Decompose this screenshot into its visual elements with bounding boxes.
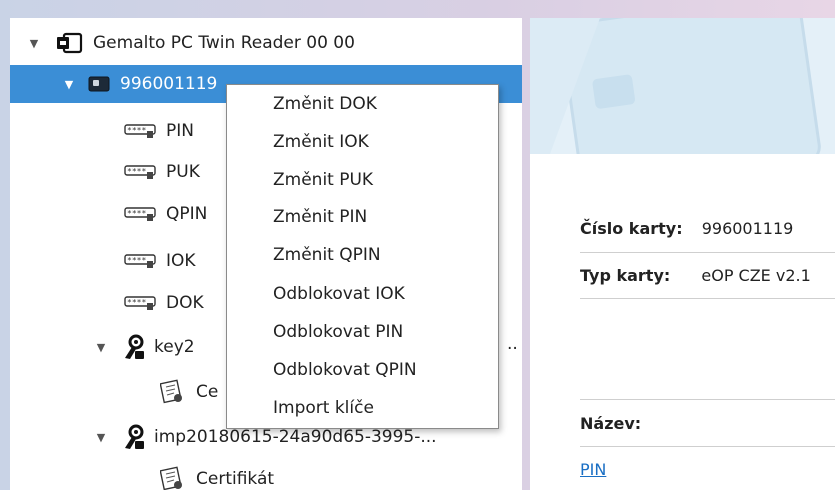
context-menu: Změnit DOK Změnit IOK Změnit PUK Změnit … <box>226 84 499 429</box>
details-panel: Číslo karty: 996001119 Typ karty: eOP CZ… <box>530 18 835 490</box>
password-key-icon: **** <box>124 295 158 311</box>
card-illustration-icon <box>530 18 821 154</box>
menu-item-change-puk[interactable]: Změnit PUK <box>273 165 373 195</box>
smart-card-icon <box>88 76 110 92</box>
menu-item-change-iok[interactable]: Změnit IOK <box>273 127 369 157</box>
menu-item-import-key[interactable]: Import klíče <box>273 393 374 423</box>
card-number-value: 996001119 <box>701 219 794 238</box>
menu-item-unblock-qpin[interactable]: Odblokovat QPIN <box>273 355 417 385</box>
menu-item-change-pin[interactable]: Změnit PIN <box>273 202 367 232</box>
svg-text:****: **** <box>127 256 146 265</box>
puk-label: PUK <box>166 162 200 182</box>
certificate-icon <box>160 466 186 490</box>
expand-arrow-icon[interactable]: ▼ <box>27 37 41 50</box>
password-key-icon: **** <box>124 164 158 180</box>
divider <box>580 252 835 253</box>
divider <box>580 399 835 400</box>
card-number-label: Číslo karty: <box>580 219 683 238</box>
key-certificate-icon <box>122 423 146 451</box>
name-row: Název: <box>580 414 641 433</box>
divider <box>580 446 835 447</box>
key1-label: key2 <box>154 337 195 357</box>
menu-item-unblock-pin[interactable]: Odblokovat PIN <box>273 317 403 347</box>
menu-item-change-dok[interactable]: Změnit DOK <box>273 89 377 119</box>
key1-label-trail: .. <box>507 334 518 354</box>
password-key-icon: **** <box>124 123 158 139</box>
card-number-row: Číslo karty: 996001119 <box>580 219 793 238</box>
card-banner <box>530 18 835 154</box>
cert2-label: Certifikát <box>196 469 275 489</box>
card-type-row: Typ karty: eOP CZE v2.1 <box>580 266 811 285</box>
iok-label: IOK <box>166 251 196 271</box>
menu-item-change-qpin[interactable]: Změnit QPIN <box>273 240 381 270</box>
menu-item-unblock-iok[interactable]: Odblokovat IOK <box>273 279 405 309</box>
certificate-icon <box>160 379 186 405</box>
dok-label: DOK <box>166 293 204 313</box>
card-type-value: eOP CZE v2.1 <box>701 266 811 285</box>
key-certificate-icon <box>122 333 146 361</box>
expand-arrow-icon[interactable]: ▼ <box>62 78 76 91</box>
expand-arrow-icon[interactable]: ▼ <box>94 341 108 354</box>
divider <box>580 298 835 299</box>
tree-item-cert2[interactable]: Certifikát <box>10 460 522 490</box>
card-type-label: Typ karty: <box>580 266 671 285</box>
tree-item-reader[interactable]: ▼ Gemalto PC Twin Reader 00 00 <box>10 24 522 62</box>
expand-arrow-icon[interactable]: ▼ <box>94 431 108 444</box>
key2-label: imp20180615-24a90d65-3995-... <box>154 427 437 447</box>
reader-label: Gemalto PC Twin Reader 00 00 <box>93 33 355 53</box>
svg-text:****: **** <box>127 209 146 218</box>
name-label: Název: <box>580 414 642 433</box>
card-reader-icon <box>55 32 83 54</box>
pin-label: PIN <box>166 121 194 141</box>
pin-link[interactable]: PIN <box>580 460 606 479</box>
card-label: 996001119 <box>120 74 218 94</box>
svg-text:****: **** <box>127 167 146 176</box>
qpin-label: QPIN <box>166 204 208 224</box>
svg-text:****: **** <box>127 298 146 307</box>
svg-text:****: **** <box>127 126 146 135</box>
password-key-icon: **** <box>124 253 158 269</box>
password-key-icon: **** <box>124 206 158 222</box>
cert1-label: Ce <box>196 382 219 402</box>
